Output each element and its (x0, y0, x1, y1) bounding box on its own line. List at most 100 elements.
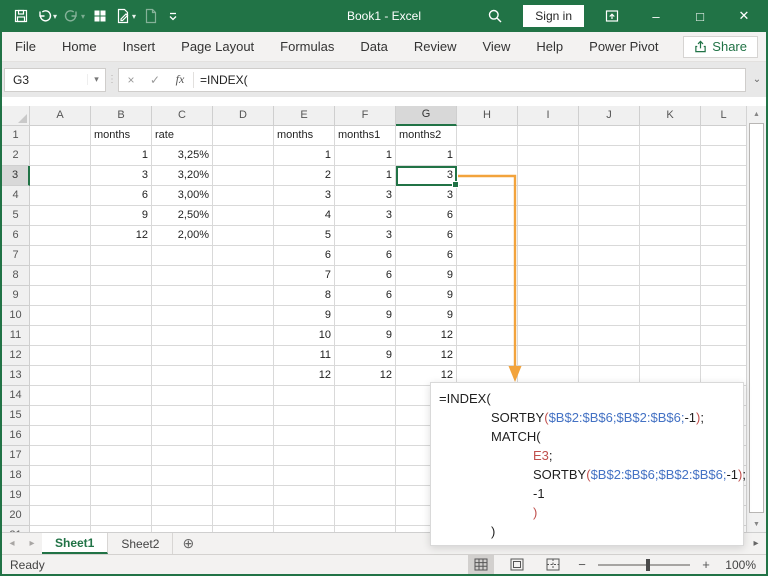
cell-E14[interactable] (274, 386, 335, 406)
cell-B7[interactable] (91, 246, 152, 266)
cell-K11[interactable] (640, 326, 701, 346)
share-button[interactable]: Share (683, 35, 758, 58)
cell-C16[interactable] (152, 426, 213, 446)
cell-A15[interactable] (30, 406, 91, 426)
cell-I5[interactable] (518, 206, 579, 226)
col-header-A[interactable]: A (30, 106, 91, 126)
cell-E12[interactable]: 11 (274, 346, 335, 366)
row-header-20[interactable]: 20 (2, 506, 30, 526)
sheet-tab-sheet2[interactable]: Sheet2 (108, 533, 174, 554)
normal-view-icon[interactable] (468, 555, 494, 574)
cell-B21[interactable] (91, 526, 152, 532)
zoom-slider[interactable] (598, 558, 690, 571)
cell-L6[interactable] (701, 226, 746, 246)
cell-A4[interactable] (30, 186, 91, 206)
row-header-13[interactable]: 13 (2, 366, 30, 386)
cell-H1[interactable] (457, 126, 518, 146)
cell-A6[interactable] (30, 226, 91, 246)
cell-E16[interactable] (274, 426, 335, 446)
cell-F20[interactable] (335, 506, 396, 526)
col-header-H[interactable]: H (457, 106, 518, 126)
cell-J2[interactable] (579, 146, 640, 166)
customize-qat-icon[interactable] (163, 4, 183, 28)
cell-K3[interactable] (640, 166, 701, 186)
cell-C13[interactable] (152, 366, 213, 386)
cell-A19[interactable] (30, 486, 91, 506)
tab-power-pivot[interactable]: Power Pivot (576, 32, 671, 61)
cell-K8[interactable] (640, 266, 701, 286)
cell-L3[interactable] (701, 166, 746, 186)
cell-F6[interactable]: 3 (335, 226, 396, 246)
cell-D19[interactable] (213, 486, 274, 506)
cell-E7[interactable]: 6 (274, 246, 335, 266)
cell-D11[interactable] (213, 326, 274, 346)
page-break-preview-icon[interactable] (540, 555, 566, 574)
cell-D10[interactable] (213, 306, 274, 326)
cell-B18[interactable] (91, 466, 152, 486)
expand-formula-bar-icon[interactable]: ⌄ (748, 74, 766, 85)
cell-G11[interactable]: 12 (396, 326, 457, 346)
col-header-B[interactable]: B (91, 106, 152, 126)
col-header-D[interactable]: D (213, 106, 274, 126)
cell-F19[interactable] (335, 486, 396, 506)
new-doc-icon[interactable] (140, 4, 162, 28)
cell-B17[interactable] (91, 446, 152, 466)
cell-B12[interactable] (91, 346, 152, 366)
search-icon[interactable] (473, 0, 517, 32)
cell-E9[interactable]: 8 (274, 286, 335, 306)
cell-C17[interactable] (152, 446, 213, 466)
col-header-E[interactable]: E (274, 106, 335, 126)
cell-L8[interactable] (701, 266, 746, 286)
cell-I6[interactable] (518, 226, 579, 246)
row-header-2[interactable]: 2 (2, 146, 30, 166)
cell-D15[interactable] (213, 406, 274, 426)
tab-help[interactable]: Help (523, 32, 576, 61)
cell-L4[interactable] (701, 186, 746, 206)
cell-L10[interactable] (701, 306, 746, 326)
cell-E13[interactable]: 12 (274, 366, 335, 386)
vertical-scrollbar[interactable]: ▲ ▼ (746, 106, 766, 532)
cell-B11[interactable] (91, 326, 152, 346)
redo-dropdown-icon[interactable]: ▾ (81, 12, 85, 21)
cell-C18[interactable] (152, 466, 213, 486)
cell-J4[interactable] (579, 186, 640, 206)
row-header-9[interactable]: 9 (2, 286, 30, 306)
maximize-icon[interactable]: □ (678, 0, 722, 32)
cell-D13[interactable] (213, 366, 274, 386)
enter-icon[interactable]: ✓ (143, 73, 167, 87)
zoom-level[interactable]: 100% (722, 558, 756, 572)
tab-insert[interactable]: Insert (110, 32, 169, 61)
cell-K9[interactable] (640, 286, 701, 306)
cell-J9[interactable] (579, 286, 640, 306)
undo-dropdown-icon[interactable]: ▾ (53, 12, 57, 21)
cell-B13[interactable] (91, 366, 152, 386)
close-icon[interactable]: ✕ (722, 0, 766, 32)
cell-C7[interactable] (152, 246, 213, 266)
page-layout-view-icon[interactable] (504, 555, 530, 574)
undo-icon[interactable]: ▾ (33, 4, 60, 28)
cell-G5[interactable]: 6 (396, 206, 457, 226)
col-header-K[interactable]: K (640, 106, 701, 126)
sheet-nav-left-icon[interactable]: ◂ (2, 533, 22, 554)
cell-C15[interactable] (152, 406, 213, 426)
cell-F16[interactable] (335, 426, 396, 446)
cell-H11[interactable] (457, 326, 518, 346)
row-header-8[interactable]: 8 (2, 266, 30, 286)
cell-F15[interactable] (335, 406, 396, 426)
insert-function-icon[interactable]: fx (167, 72, 193, 87)
cell-D6[interactable] (213, 226, 274, 246)
cell-B14[interactable] (91, 386, 152, 406)
cell-A8[interactable] (30, 266, 91, 286)
cell-A9[interactable] (30, 286, 91, 306)
cell-J7[interactable] (579, 246, 640, 266)
cell-C21[interactable] (152, 526, 213, 532)
cell-G7[interactable]: 6 (396, 246, 457, 266)
sheet-tab-sheet1[interactable]: Sheet1 (42, 533, 109, 554)
cell-L11[interactable] (701, 326, 746, 346)
cell-B19[interactable] (91, 486, 152, 506)
tab-home[interactable]: Home (49, 32, 110, 61)
cell-K10[interactable] (640, 306, 701, 326)
col-header-I[interactable]: I (518, 106, 579, 126)
cell-I1[interactable] (518, 126, 579, 146)
cell-E21[interactable] (274, 526, 335, 532)
